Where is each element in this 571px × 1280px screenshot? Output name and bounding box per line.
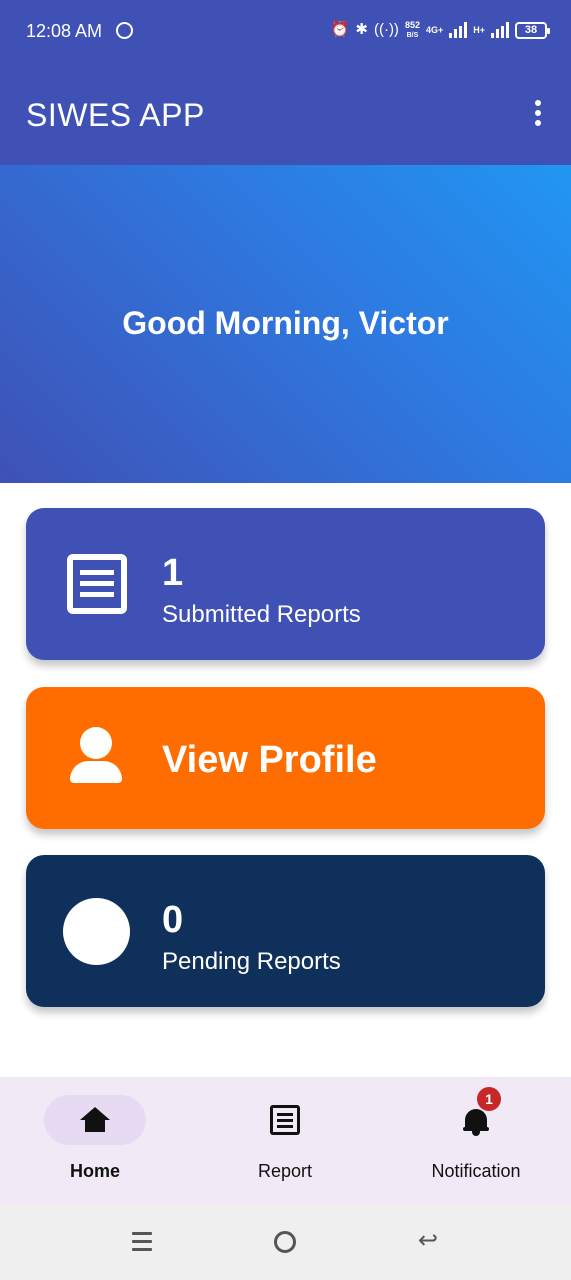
recent-apps-icon[interactable]	[132, 1232, 152, 1256]
document-icon	[67, 554, 127, 614]
bell-icon	[463, 1107, 489, 1136]
back-icon[interactable]: ↩	[418, 1229, 438, 1253]
whatsapp-icon	[116, 22, 133, 39]
status-bar: 12:08 AM ⏰ ✱ ((·)) 852 B/S 4G+ H+ 38	[0, 0, 571, 64]
pending-reports-card[interactable]: 0 Pending Reports	[26, 855, 545, 1007]
app-bar: SIWES APP	[0, 64, 571, 165]
nav-report[interactable]: Report	[190, 1095, 380, 1195]
submitted-reports-count: 1	[162, 552, 184, 594]
greeting-text: Good Morning, Victor	[122, 305, 449, 341]
hotspot-icon: ((·))	[373, 21, 399, 38]
nav-home-label: Home	[69, 1161, 120, 1181]
nav-home[interactable]: Home	[0, 1095, 190, 1195]
app-title: SIWES APP	[26, 97, 205, 133]
signal-2-icon	[491, 22, 509, 38]
network-1-label: 4G+	[425, 24, 444, 35]
nav-notification-label: Notification	[431, 1161, 521, 1181]
pending-reports-label: Pending Reports	[162, 948, 341, 975]
report-icon	[270, 1105, 300, 1135]
nav-report-label: Report	[257, 1161, 313, 1181]
net-speed: 852 B/S	[404, 19, 420, 40]
status-time: 12:08 AM	[26, 21, 103, 41]
net-speed-value: 852	[404, 19, 420, 30]
view-profile-label: View Profile	[162, 739, 377, 781]
net-speed-unit: B/S	[406, 31, 419, 39]
submitted-reports-label: Submitted Reports	[162, 601, 361, 628]
alarm-icon: ⏰	[330, 21, 350, 38]
system-navigation-bar: ↩	[0, 1204, 571, 1280]
bluetooth-icon: ✱	[355, 21, 368, 38]
home-icon	[80, 1107, 110, 1133]
signal-1-icon	[449, 22, 468, 38]
pending-reports-count: 0	[162, 899, 184, 941]
bottom-navigation: Home Report 1 Notification	[0, 1077, 571, 1204]
person-icon	[70, 727, 124, 785]
nav-notification[interactable]: 1 Notification	[381, 1087, 571, 1195]
submitted-reports-card[interactable]: 1 Submitted Reports	[26, 508, 545, 660]
view-profile-card[interactable]: View Profile	[26, 687, 545, 829]
system-home-icon[interactable]	[274, 1231, 296, 1253]
battery-icon: 38	[515, 21, 550, 39]
greeting-banner: Good Morning, Victor	[0, 165, 571, 483]
notification-badge: 1	[477, 1087, 501, 1111]
circle-icon	[63, 898, 130, 965]
overflow-menu-icon[interactable]	[533, 100, 543, 128]
network-2-label: H+	[473, 24, 485, 35]
status-icons: ⏰ ✱ ((·)) 852 B/S 4G+ H+ 38	[330, 19, 550, 40]
